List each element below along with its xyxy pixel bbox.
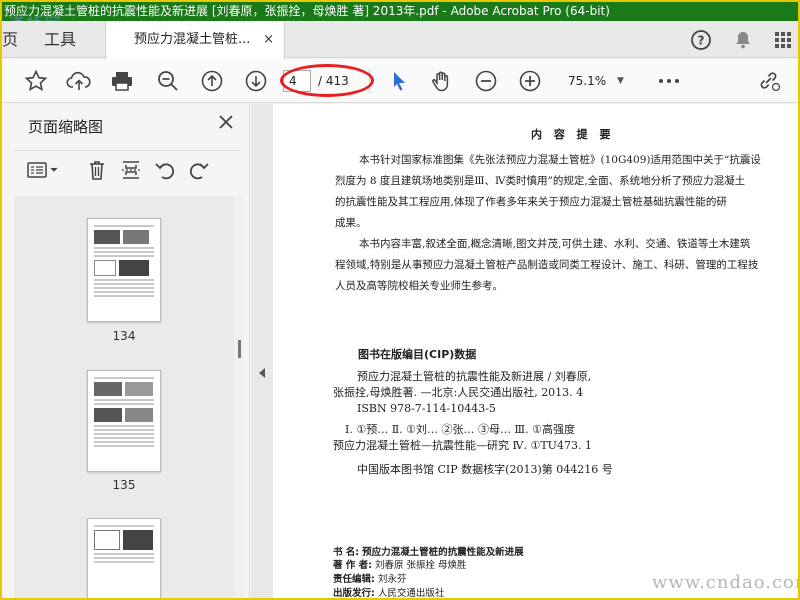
- book-info-row: 责任编辑: 刘永芬: [333, 574, 407, 585]
- zoom-search-icon[interactable]: [155, 68, 181, 94]
- text-line: 程领域,特别是从事预应力混凝土管桩产品制造或同类工程设计、施工、科研、管理的工程…: [335, 259, 759, 271]
- thumbnail-scrollbar[interactable]: [234, 196, 244, 598]
- more-options-icon[interactable]: [656, 68, 682, 94]
- thumbnail-list: 134 135: [14, 196, 234, 598]
- panel-toolbar: [14, 150, 240, 186]
- tab-tools[interactable]: 工具: [44, 21, 76, 58]
- text-line: 成果。: [335, 217, 367, 229]
- page-heading: 内 容 提 要: [531, 128, 615, 141]
- rotate-left-icon[interactable]: [154, 159, 176, 181]
- bookmark-star-icon[interactable]: [23, 68, 49, 94]
- book-info-row: 著 作 者: 刘春原 张振拴 母焕胜: [333, 560, 467, 571]
- tab-home[interactable]: 页: [2, 21, 22, 58]
- cip-line: 张振拴,母焕胜著. —北京:人民交通出版社, 2013. 4: [333, 386, 584, 399]
- apps-grid-icon[interactable]: [770, 27, 796, 53]
- tab-close-icon[interactable]: ×: [263, 21, 274, 58]
- previous-page-icon[interactable]: [199, 68, 225, 94]
- svg-text:?: ?: [698, 34, 705, 48]
- text-line: 人员及高等院校相关专业师生参考。: [335, 280, 503, 292]
- notification-bell-icon[interactable]: [730, 27, 756, 53]
- document-view[interactable]: 内 容 提 要 本书针对国家标准图集《先张法预应力混凝土管桩》(10G409)适…: [273, 104, 798, 599]
- main-toolbar: 4 / 413 75.1% ▼: [2, 59, 798, 103]
- extract-page-icon[interactable]: [120, 159, 142, 181]
- panel-collapse-strip[interactable]: [251, 104, 273, 598]
- cip-line: Ⅰ. ①预… Ⅱ. ①刘… ②张… ③母… Ⅲ. ①高强度: [345, 423, 575, 436]
- tab-document[interactable]: 预应力混凝土管桩... ×: [105, 21, 285, 59]
- zoom-out-icon[interactable]: [473, 68, 499, 94]
- tab-document-label: 预应力混凝土管桩...: [134, 32, 251, 47]
- delete-page-icon[interactable]: [86, 159, 108, 181]
- page-thumbnail[interactable]: [87, 370, 161, 472]
- page-thumbnail[interactable]: [87, 518, 161, 598]
- collapse-arrow-icon[interactable]: [259, 368, 265, 378]
- app-window: 预应力混凝土管桩的抗震性能及新进展 [刘春原，张振拴，母焕胜 著] 2013年.…: [0, 0, 800, 600]
- text-line: 本书内容丰富,叙述全面,概念清晰,图文并茂,可供土建、水利、交通、铁道等土木建筑: [359, 238, 751, 250]
- cip-heading: 图书在版编目(CIP)数据: [358, 348, 477, 361]
- select-cursor-icon[interactable]: [386, 68, 412, 94]
- hand-tool-icon[interactable]: [429, 68, 455, 94]
- tab-bar: 页 工具 预应力混凝土管桩... × ?: [2, 21, 798, 59]
- page-number-highlight-circle: [280, 64, 374, 97]
- pdf-page: 内 容 提 要 本书针对国家标准图集《先张法预应力混凝土管桩》(10G409)适…: [273, 104, 798, 599]
- watermark-bottom: www.cndao.com: [652, 572, 800, 593]
- zoom-in-icon[interactable]: [517, 68, 543, 94]
- book-info-row: 出版发行: 人民交通出版社: [333, 588, 445, 599]
- next-page-icon[interactable]: [243, 68, 269, 94]
- share-link-icon[interactable]: [756, 68, 782, 94]
- thumbnail-page-number: 135: [112, 478, 136, 492]
- cip-line: 预应力混凝土管桩的抗震性能及新进展 / 刘春原,: [357, 370, 592, 383]
- window-title: 预应力混凝土管桩的抗震性能及新进展 [刘春原，张振拴，母焕胜 著] 2013年.…: [4, 4, 610, 18]
- close-icon[interactable]: [216, 112, 236, 132]
- print-icon[interactable]: [109, 68, 135, 94]
- cip-line: 预应力混凝土管桩—抗震性能—研究 Ⅳ. ①TU473. 1: [333, 439, 592, 452]
- page-thumbnail[interactable]: [87, 218, 161, 322]
- help-icon[interactable]: ?: [688, 27, 714, 53]
- text-line: 烈度为 8 度且建筑场地类别是Ⅲ、Ⅳ类时慎用”的规定,全面、系统地分析了预应力混…: [335, 175, 746, 187]
- text-line: 本书针对国家标准图集《先张法预应力混凝土管桩》(10G409)适用范围中关于“抗…: [359, 154, 761, 166]
- panel-title: 页面缩略图: [28, 118, 104, 136]
- scrollbar-thumb[interactable]: [238, 340, 241, 358]
- text-line: 的抗震性能及其工程应用,体现了作者多年来关于预应力混凝土管桩基础抗震性能的研: [335, 196, 727, 208]
- chevron-down-icon[interactable]: ▼: [617, 70, 624, 92]
- window-title-bar: 预应力混凝土管桩的抗震性能及新进展 [刘春原，张振拴，母焕胜 著] 2013年.…: [2, 2, 798, 21]
- book-info-row: 书 名: 预应力混凝土管桩的抗震性能及新进展: [333, 547, 524, 558]
- cip-line: ISBN 978-7-114-10443-5: [357, 402, 496, 415]
- thumbnail-options-icon[interactable]: [26, 159, 62, 181]
- thumbnail-page-number: 134: [112, 329, 136, 343]
- cloud-upload-icon[interactable]: [66, 68, 92, 94]
- rotate-right-icon[interactable]: [188, 159, 210, 181]
- page-thumbnails-panel: 页面缩略图 134 135: [2, 104, 250, 598]
- zoom-level-select[interactable]: 75.1%: [568, 70, 606, 92]
- cip-number: 中国版本图书馆 CIP 数据核字(2013)第 044216 号: [357, 463, 613, 476]
